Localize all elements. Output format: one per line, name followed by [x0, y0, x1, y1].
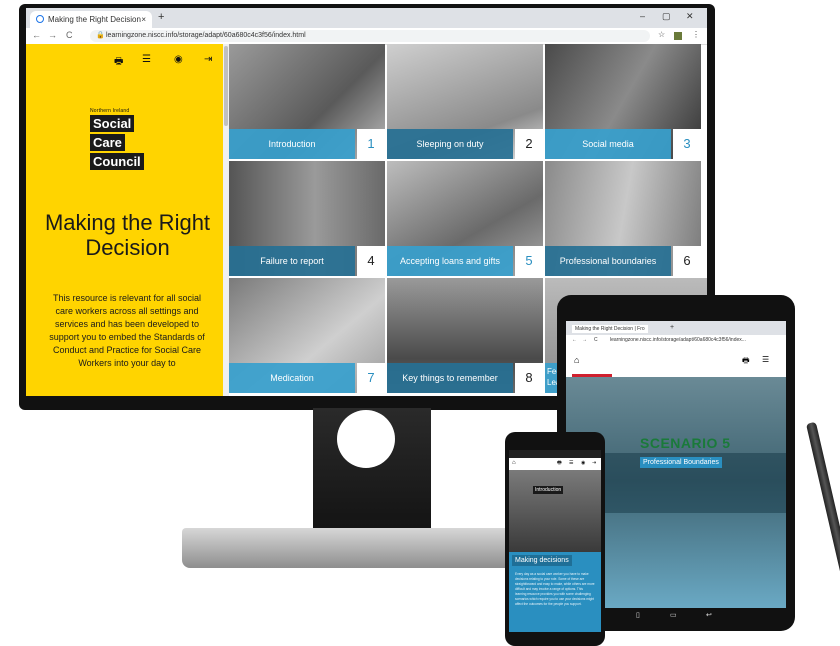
niscc-logo: Northern Ireland Social Care Council — [90, 108, 144, 172]
tab-title: Making the Right Decision — [48, 15, 141, 24]
tablet-url[interactable]: learningzone.niscc.info/storage/adapt/60… — [610, 337, 746, 343]
tile-label: Accepting loans and gifts — [387, 246, 513, 276]
lock-icon: 🔒 — [96, 32, 105, 39]
phone-heading: Making decisions — [512, 555, 572, 566]
forward-icon[interactable]: → — [48, 30, 57, 40]
scenario-subtitle: Professional Boundaries — [640, 457, 722, 468]
scrollbar-thumb[interactable] — [224, 46, 228, 126]
tile-label: Social media — [545, 129, 671, 159]
phone-list-icon[interactable]: ☰ — [569, 460, 573, 466]
phone-exit-icon[interactable]: ⇥ — [592, 460, 596, 466]
tile-label: Sleeping on duty — [387, 129, 513, 159]
print-icon[interactable]: 🖶 — [114, 54, 123, 71]
tile-label: Introduction — [229, 129, 355, 159]
maximize-button[interactable]: ▢ — [662, 11, 671, 22]
tile-medication[interactable]: Medication 7 — [229, 278, 385, 393]
tablet-reload-icon[interactable]: C — [594, 337, 598, 343]
tablet-forward-icon[interactable]: → — [582, 337, 587, 343]
phone-print-icon[interactable]: 🖶 — [557, 460, 562, 468]
tile-number: 6 — [673, 246, 701, 276]
tile-label: Medication — [229, 363, 355, 393]
tile-label: Key things to remember — [387, 363, 513, 393]
scenario-title: SCENARIO 5 — [640, 435, 731, 451]
tile-number: 3 — [673, 129, 701, 159]
logo-word-social: Social — [90, 115, 135, 132]
tile-number: 2 — [515, 129, 543, 159]
tile-number: 8 — [515, 363, 543, 393]
tablet-tab-bar: Making the Right Decision | Fro + — [566, 321, 786, 335]
tile-number: 1 — [357, 129, 385, 159]
home-key-icon[interactable]: ▭ — [670, 611, 677, 619]
tablet-list-icon[interactable]: ☰ — [762, 355, 769, 364]
phone-status-bar — [509, 450, 601, 458]
bookmark-star-icon[interactable]: ☆ — [658, 30, 665, 39]
tile-accepting-loans-and-gifts[interactable]: Accepting loans and gifts 5 — [387, 161, 543, 276]
tile-professional-boundaries[interactable]: Professional boundaries 6 — [545, 161, 701, 276]
browser-tab-bar: Making the Right Decision × + – ▢ ✕ — [26, 8, 707, 28]
back-key-icon[interactable]: ↩ — [706, 611, 712, 619]
phone-hero-photo — [509, 470, 601, 552]
tile-number: 7 — [357, 363, 385, 393]
tab-close-icon[interactable]: × — [141, 11, 146, 28]
tile-key-things-to-remember[interactable]: Key things to remember 8 — [387, 278, 543, 393]
monitor-stand-base — [182, 528, 554, 568]
url-text: learningzone.niscc.info/storage/adapt/60… — [106, 32, 306, 39]
stylus-pen — [806, 421, 840, 641]
eye-icon[interactable]: ◉ — [174, 54, 183, 65]
address-bar-row: ← → C 🔒 learningzone.niscc.info/storage/… — [26, 28, 707, 45]
tablet-print-icon[interactable]: 🖶 — [742, 355, 750, 369]
url-field[interactable]: 🔒 learningzone.niscc.info/storage/adapt/… — [90, 30, 650, 42]
tile-sleeping-on-duty[interactable]: Sleeping on duty 2 — [387, 44, 543, 159]
tile-failure-to-report[interactable]: Failure to report 4 — [229, 161, 385, 276]
tile-introduction[interactable]: Introduction 1 — [229, 44, 385, 159]
close-window-button[interactable]: ✕ — [686, 11, 694, 22]
back-icon[interactable]: ← — [32, 30, 41, 40]
extension-icon[interactable] — [674, 32, 682, 40]
tablet-new-tab[interactable]: + — [670, 324, 674, 331]
course-sidebar: 🖶 ☰ ◉ ⇥ Northern Ireland Social Care Cou… — [26, 44, 229, 396]
tablet-tab-title[interactable]: Making the Right Decision | Fro — [572, 325, 648, 333]
stand-cable-hole — [337, 410, 395, 468]
course-title: Making the Right Decision — [44, 210, 211, 260]
tile-label: Professional boundaries — [545, 246, 671, 276]
phone-course-header: ⌂ 🖶 ☰ ◉ ⇥ — [509, 458, 601, 470]
phone-body-text: Every day as a social care worker you ha… — [515, 572, 595, 606]
phone-eye-icon[interactable]: ◉ — [581, 460, 585, 466]
browser-menu-icon[interactable]: ⋮ — [692, 30, 700, 39]
minimize-button[interactable]: – — [640, 11, 645, 21]
phone-intro-label: Introduction — [533, 486, 564, 494]
new-tab-button[interactable]: + — [158, 11, 164, 23]
course-description: This resource is relevant for all social… — [49, 293, 205, 368]
phone-screen: ⌂ 🖶 ☰ ◉ ⇥ Introduction Making decisions … — [509, 450, 601, 632]
logo-region-text: Northern Ireland — [90, 108, 130, 114]
browser-tab[interactable]: Making the Right Decision × — [30, 11, 152, 28]
tile-number: 5 — [515, 246, 543, 276]
site-favicon-icon — [36, 15, 44, 23]
recent-apps-icon[interactable]: ▯ — [636, 611, 640, 619]
tablet-back-icon[interactable]: ← — [572, 337, 577, 343]
home-icon[interactable]: ⌂ — [574, 355, 579, 365]
logo-word-council: Council — [90, 153, 144, 170]
reload-icon[interactable]: C — [66, 30, 73, 40]
exit-icon[interactable]: ⇥ — [204, 54, 212, 65]
tile-social-media[interactable]: Social media 3 — [545, 44, 701, 159]
tile-number: 4 — [357, 246, 385, 276]
phone-home-icon[interactable]: ⌂ — [512, 460, 516, 466]
logo-word-care: Care — [90, 134, 125, 151]
tablet-address-bar: ← → C learningzone.niscc.info/storage/ad… — [566, 335, 786, 347]
list-icon[interactable]: ☰ — [142, 54, 151, 65]
tablet-course-header: ⌂ 🖶 ☰ — [566, 347, 786, 377]
tile-label: Failure to report — [229, 246, 355, 276]
